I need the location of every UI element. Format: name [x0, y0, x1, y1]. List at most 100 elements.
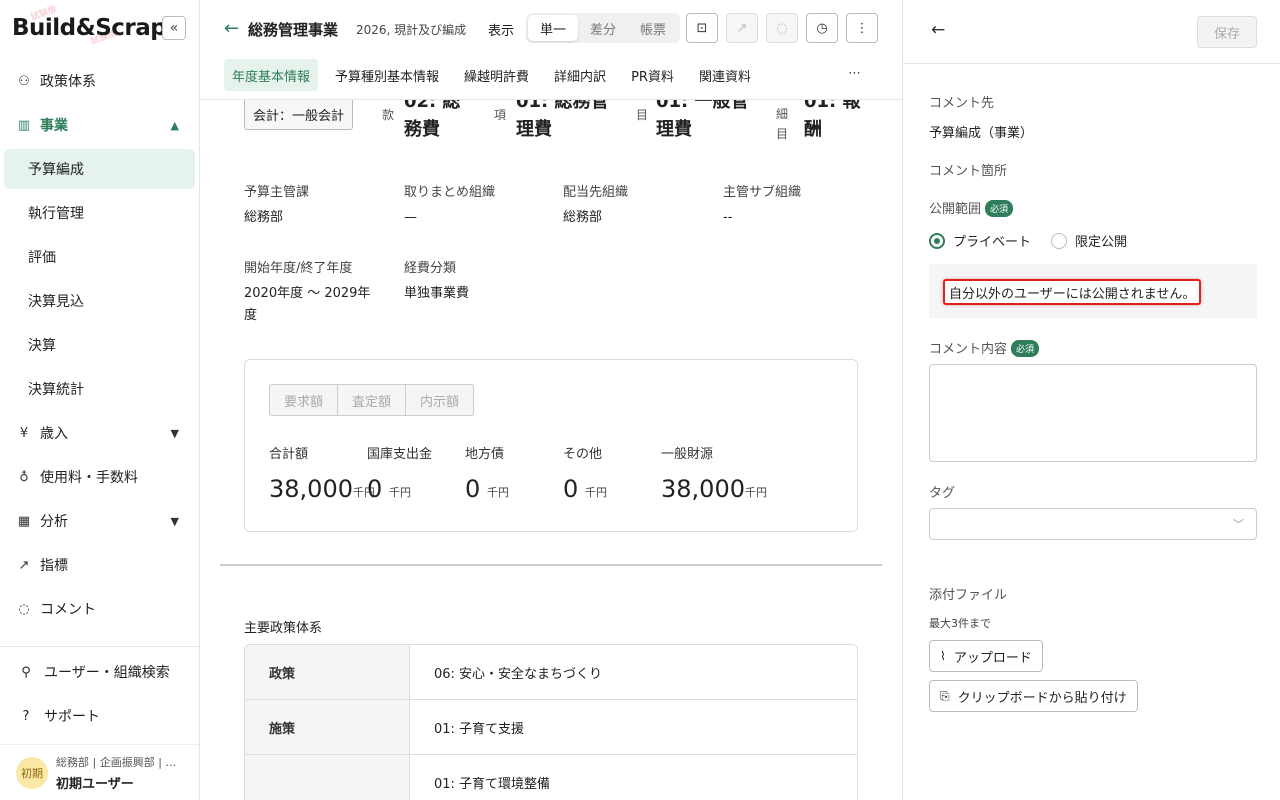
local-bond-label: 地方債	[465, 447, 505, 462]
user-menu[interactable]: 初期 総務部 | 企画振興部 | … 初期ユーザー	[0, 744, 199, 800]
comment-textarea[interactable]	[929, 364, 1257, 462]
measure-key: 施策	[245, 700, 410, 754]
amount-mode-toggle: 要求額 査定額 内示額	[269, 384, 475, 416]
period-label: 開始年度/終了年度	[244, 261, 353, 276]
sidebar-item-comment[interactable]: ◌ コメント	[0, 587, 199, 631]
bar-chart-icon: ▥	[17, 117, 31, 133]
expense-label: 経費分類	[404, 261, 457, 276]
policy-heading: 主要政策体系	[244, 621, 323, 636]
amount-card: 要求額 査定額 内示額 合計額 38,000 千円 国庫支出金 0 千円 地方債…	[244, 359, 858, 532]
user-org-search-link[interactable]: ⚲ ユーザー・組織検索	[18, 660, 170, 684]
comment-icon: ◌	[18, 601, 30, 617]
sidebar-item-indicator[interactable]: ↗ 指標	[0, 543, 199, 587]
mode-informal[interactable]: 内示額	[406, 385, 473, 415]
sidebar-subitem-execution[interactable]: 執行管理	[0, 191, 199, 235]
search-icon: ⚲	[21, 664, 31, 680]
save-button[interactable]: 保存	[1197, 16, 1257, 48]
sub-org-value: --	[723, 210, 733, 225]
alloc-org-label: 配当先組織	[563, 185, 629, 200]
view-report[interactable]: 帳票	[628, 15, 678, 41]
page-header: ← 総務管理事業 2026, 現計及び編成 表示 単一 差分 帳票 ⊡ ↗ ◌ …	[200, 0, 902, 100]
history-button[interactable]: ◷	[806, 13, 838, 43]
double-chevron-left-icon: «	[169, 20, 179, 36]
trend-button[interactable]: ↗	[726, 13, 758, 43]
other-label: その他	[563, 447, 603, 462]
paste-clipboard-button[interactable]: ⎘ クリップボードから貼り付け	[929, 680, 1138, 712]
total-value: 38,000	[269, 475, 353, 503]
back-arrow-icon[interactable]: ←	[931, 20, 945, 40]
national-value: 0	[367, 475, 383, 503]
national-label: 国庫支出金	[367, 447, 433, 462]
calendar-yen-icon: ⊡	[696, 20, 708, 36]
kan-label: 款	[382, 108, 395, 122]
comment-target-value: 予算編成（事業）	[929, 126, 1034, 141]
tab-annual-info[interactable]: 年度基本情報	[224, 59, 319, 91]
total-label: 合計額	[269, 447, 309, 462]
tab-carryover[interactable]: 繰越明許費	[456, 59, 537, 91]
yen-icon: ¥	[19, 425, 29, 441]
sidebar-item-fees[interactable]: ♁ 使用料・手数料	[0, 455, 199, 499]
sidebar-subitem-evaluation[interactable]: 評価	[0, 235, 199, 279]
private-radio[interactable]	[929, 232, 945, 249]
view-single[interactable]: 単一	[528, 15, 579, 41]
tab-bar: 年度基本情報 予算種別基本情報 繰越明許費 詳細内訳 PR資料 関連資料	[224, 59, 768, 91]
tab-pr-docs[interactable]: PR資料	[623, 59, 682, 91]
sidebar-item-project[interactable]: ▥ 事業 ▲	[0, 103, 199, 147]
back-arrow-icon[interactable]: ←	[224, 18, 239, 39]
content-label-row: コメント内容 必須	[929, 338, 1040, 357]
section-divider	[220, 564, 882, 566]
more-menu-button[interactable]: ⋮	[846, 13, 878, 43]
tab-budget-type-info[interactable]: 予算種別基本情報	[327, 59, 447, 91]
scope-notice: 自分以外のユーザーには公開されません。	[929, 264, 1257, 318]
help-icon: ?	[22, 708, 30, 724]
support-link[interactable]: ? サポート	[18, 704, 100, 728]
app-logo[interactable]: Build&Scrap	[12, 15, 167, 41]
sidebar-item-policy[interactable]: ⚇ 政策体系	[0, 59, 199, 103]
sidebar-subitem-forecast[interactable]: 決算見込	[0, 279, 199, 323]
upload-label: アップロード	[953, 650, 1032, 666]
tag-select[interactable]: ﹀	[929, 508, 1257, 540]
sidebar-item-label: 分析	[40, 514, 68, 530]
mode-request[interactable]: 要求額	[270, 385, 339, 415]
other-unit: 千円	[585, 486, 607, 499]
tab-details[interactable]: 詳細内訳	[546, 59, 614, 91]
table-row: 施策 01: 子育て支援	[245, 700, 857, 755]
comment-target-label: コメント先	[929, 96, 995, 111]
setsu-label: 細目	[776, 107, 789, 141]
limited-radio-label[interactable]: 限定公開	[1075, 231, 1127, 250]
sidebar-subitem-statistics[interactable]: 決算統計	[0, 367, 199, 411]
history-icon: ◷	[816, 20, 828, 36]
sidebar-item-analysis[interactable]: ▦ 分析 ▼	[0, 499, 199, 543]
moku-label: 目	[636, 108, 649, 122]
comment-button[interactable]: ◌	[766, 13, 798, 43]
tab-overflow-button[interactable]: ⋯	[848, 66, 861, 81]
avatar: 初期	[16, 756, 48, 789]
sidebar-item-revenue[interactable]: ¥ 歳入 ▼	[0, 411, 199, 455]
mode-assessed[interactable]: 査定額	[338, 385, 407, 415]
comment-icon: ◌	[776, 20, 788, 36]
trend-icon: ↗	[736, 20, 748, 36]
coord-org-value: —	[404, 210, 417, 225]
local-bond-value: 0	[465, 475, 481, 503]
collapse-sidebar-button[interactable]: «	[162, 16, 186, 40]
sidebar-subitem-settlement[interactable]: 決算	[0, 323, 199, 367]
policy-key: 政策	[245, 645, 410, 699]
sidebar-subitem-budget[interactable]: 予算編成	[4, 149, 195, 189]
content-label: コメント内容	[929, 342, 1008, 357]
comment-panel: ← 保存 コメント先 予算編成（事業） コメント箇所 公開範囲 必須 プライベート…	[902, 0, 1280, 800]
chevron-down-icon: ﹀	[1233, 518, 1244, 531]
private-radio-label[interactable]: プライベート	[953, 231, 1031, 250]
limited-radio[interactable]	[1051, 232, 1068, 249]
scope-label-row: 公開範囲 必須	[929, 198, 1014, 217]
paste-label: クリップボードから貼り付け	[957, 690, 1127, 706]
period-value: 2020年度 〜 2029年度	[244, 286, 371, 323]
tab-related-docs[interactable]: 関連資料	[691, 59, 759, 91]
budget-calendar-button[interactable]: ⊡	[686, 13, 718, 43]
upload-button[interactable]: ⌇ アップロード	[929, 640, 1043, 672]
panel-header: ← 保存	[903, 0, 1280, 64]
expense-value: 単独事業費	[404, 286, 470, 301]
comment-location-label: コメント箇所	[929, 164, 1008, 179]
local-bond-unit: 千円	[487, 486, 509, 499]
national-unit: 千円	[389, 486, 411, 499]
view-diff[interactable]: 差分	[578, 15, 628, 41]
